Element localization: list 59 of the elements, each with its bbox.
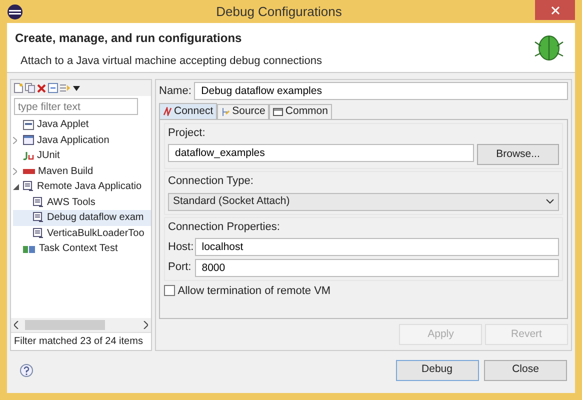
- tree-item[interactable]: AWS Tools: [13, 194, 151, 210]
- source-icon: [221, 108, 230, 116]
- dropdown-icon: [73, 86, 80, 90]
- window-title: Debug Configurations: [215, 2, 343, 21]
- connection-properties-label: Connection Properties:: [168, 220, 281, 234]
- tab[interactable]: Source: [217, 104, 270, 119]
- collapse-icon: [48, 83, 58, 93]
- filter-status: Filter matched 23 of 24 items: [11, 332, 151, 350]
- name-field[interactable]: Debug dataflow examples: [194, 82, 568, 100]
- tree-item[interactable]: Maven Build: [13, 164, 151, 179]
- header-message: Attach to a Java virtual machine accepting debug connections: [20, 54, 323, 70]
- help-icon: [20, 364, 33, 376]
- tree-item[interactable]: Task Context Test: [13, 241, 151, 256]
- project-label: Project:: [168, 126, 206, 141]
- app-icon: [7, 4, 23, 20]
- tree-item[interactable]: VerticaBulkLoaderToo: [13, 226, 151, 241]
- applet-icon: [23, 120, 34, 130]
- tab[interactable]: Connect: [159, 103, 218, 119]
- close-icon: [550, 6, 560, 14]
- name-label: Name:: [159, 84, 192, 99]
- expanded-icon: [13, 184, 19, 190]
- dialog-button[interactable]: Close: [484, 360, 567, 380]
- tree-item[interactable]: Java Applet: [13, 117, 151, 132]
- task-icon: [23, 244, 36, 254]
- text-field[interactable]: localhost: [194, 238, 559, 256]
- allow-termination-checkbox[interactable]: Allow termination of remote VM: [164, 282, 563, 299]
- scroll-right-icon: [143, 321, 148, 329]
- window-icon: [273, 108, 284, 116]
- tree-item[interactable]: JUnit: [13, 148, 151, 164]
- remote-app-icon: [33, 212, 44, 224]
- connection-type-label: Connection Type:: [168, 174, 254, 190]
- project-field[interactable]: dataflow_examples: [168, 144, 474, 162]
- tab[interactable]: Common: [269, 104, 332, 119]
- tree-item[interactable]: Java Application: [13, 132, 151, 148]
- connection-type-dropdown[interactable]: Standard (Socket Attach): [168, 192, 559, 210]
- collapsed-icon: [13, 168, 17, 175]
- tree-item[interactable]: Debug dataflow exam: [13, 210, 151, 226]
- remote-app-icon: [33, 196, 44, 208]
- collapsed-icon: [13, 136, 17, 144]
- duplicate-icon: [25, 83, 35, 93]
- field-label: Port:: [168, 260, 192, 276]
- filter-field[interactable]: type filter text: [14, 98, 138, 115]
- browse-button[interactable]: Browse...: [477, 144, 559, 166]
- delete-icon: [37, 84, 46, 92]
- header-title: Create, manage, and run configurations: [15, 31, 243, 46]
- remote-app-icon: [33, 228, 44, 239]
- tree-item[interactable]: Remote Java Applicatio: [13, 179, 151, 194]
- dialog-button[interactable]: Debug: [396, 360, 478, 380]
- chevron-down-icon: [546, 199, 554, 204]
- new-icon: [14, 83, 23, 93]
- connect-icon: [163, 107, 172, 116]
- scroll-left-icon: [14, 321, 19, 329]
- filter-icon: [60, 83, 71, 93]
- close-button[interactable]: [535, 0, 575, 20]
- text-field[interactable]: 8000: [194, 258, 559, 276]
- field-label: Host:: [168, 240, 192, 254]
- horizontal-scrollbar[interactable]: [11, 318, 151, 332]
- window-icon: [23, 135, 34, 146]
- remote-app-icon: [23, 181, 34, 192]
